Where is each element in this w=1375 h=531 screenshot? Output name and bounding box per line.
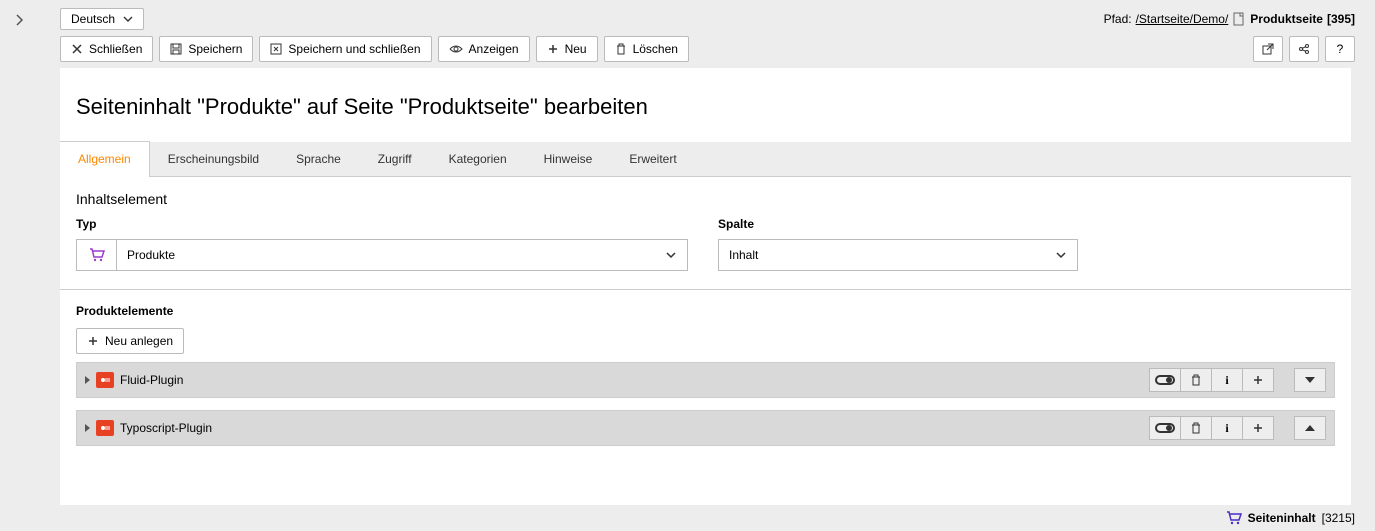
language-value: Deutsch bbox=[71, 12, 115, 26]
record-delete-button[interactable] bbox=[1180, 416, 1212, 440]
products-title: Produktelemente bbox=[76, 304, 1335, 318]
record-move-down-button[interactable] bbox=[1294, 368, 1326, 392]
save-label: Speichern bbox=[188, 42, 242, 56]
open-new-window-button[interactable] bbox=[1253, 36, 1283, 62]
type-label: Typ bbox=[76, 217, 688, 231]
chevron-down-icon bbox=[665, 251, 677, 259]
tab-allgemein[interactable]: Allgemein bbox=[60, 141, 150, 177]
section-title: Inhaltselement bbox=[76, 191, 1335, 207]
info-icon: i bbox=[1225, 421, 1228, 436]
help-label: ? bbox=[1337, 42, 1344, 56]
tab-kategorien[interactable]: Kategorien bbox=[431, 142, 526, 176]
record-item[interactable]: Fluid-Plugin i bbox=[76, 362, 1335, 398]
footer-id: [3215] bbox=[1322, 511, 1355, 525]
trash-icon bbox=[1190, 422, 1202, 434]
close-icon bbox=[71, 43, 83, 55]
record-name: Typoscript-Plugin bbox=[120, 421, 212, 435]
type-icon-box bbox=[76, 239, 116, 271]
new-record-label: Neu anlegen bbox=[105, 334, 173, 348]
save-button[interactable]: Speichern bbox=[159, 36, 253, 62]
tab-erscheinungsbild[interactable]: Erscheinungsbild bbox=[150, 142, 278, 176]
path-segments[interactable]: /Startseite/Demo/ bbox=[1136, 12, 1229, 26]
tabs: Allgemein Erscheinungsbild Sprache Zugri… bbox=[60, 142, 1351, 177]
new-button[interactable]: Neu bbox=[536, 36, 598, 62]
save-close-button[interactable]: Speichern und schließen bbox=[259, 36, 431, 62]
record-info-button[interactable]: i bbox=[1211, 416, 1243, 440]
page-icon bbox=[1232, 12, 1246, 26]
triangle-down-icon bbox=[1305, 377, 1315, 383]
external-icon bbox=[1262, 43, 1274, 55]
share-icon bbox=[1298, 43, 1310, 55]
close-button[interactable]: Schließen bbox=[60, 36, 153, 62]
tab-erweitert[interactable]: Erweitert bbox=[611, 142, 695, 176]
tab-sprache[interactable]: Sprache bbox=[278, 142, 360, 176]
plugin-icon bbox=[96, 420, 114, 436]
view-label: Anzeigen bbox=[469, 42, 519, 56]
column-label: Spalte bbox=[718, 217, 1078, 231]
chevron-down-icon bbox=[123, 16, 133, 22]
plus-icon bbox=[1252, 374, 1264, 386]
page-id: [395] bbox=[1327, 12, 1355, 26]
plus-icon bbox=[1252, 422, 1264, 434]
chevron-right-icon bbox=[14, 14, 26, 26]
cart-icon bbox=[1226, 511, 1242, 525]
save-icon bbox=[170, 43, 182, 55]
triangle-up-icon bbox=[1305, 425, 1315, 431]
type-select[interactable]: Produkte bbox=[116, 239, 688, 271]
delete-label: Löschen bbox=[633, 42, 678, 56]
tab-hinweise[interactable]: Hinweise bbox=[526, 142, 612, 176]
share-button[interactable] bbox=[1289, 36, 1319, 62]
visibility-toggle[interactable] bbox=[1149, 416, 1181, 440]
view-button[interactable]: Anzeigen bbox=[438, 36, 530, 62]
save-close-icon bbox=[270, 43, 282, 55]
footer-status: Seiteninhalt [3215] bbox=[1226, 511, 1355, 525]
new-label: Neu bbox=[565, 42, 587, 56]
visibility-toggle[interactable] bbox=[1149, 368, 1181, 392]
sidebar-expand-button[interactable] bbox=[0, 0, 40, 40]
record-add-button[interactable] bbox=[1242, 416, 1274, 440]
column-value: Inhalt bbox=[729, 248, 758, 262]
trash-icon bbox=[1190, 374, 1202, 386]
breadcrumb: Pfad: /Startseite/Demo/ Produktseite [39… bbox=[1104, 12, 1355, 26]
footer-label: Seiteninhalt bbox=[1248, 511, 1316, 525]
toggle-icon bbox=[1155, 423, 1175, 433]
chevron-down-icon bbox=[1055, 251, 1067, 259]
path-label: Pfad: bbox=[1104, 12, 1132, 26]
record-item[interactable]: Typoscript-Plugin i bbox=[76, 410, 1335, 446]
language-select[interactable]: Deutsch bbox=[60, 8, 144, 30]
eye-icon bbox=[449, 44, 463, 54]
cart-icon bbox=[89, 248, 105, 262]
help-button[interactable]: ? bbox=[1325, 36, 1355, 62]
expand-toggle-icon[interactable] bbox=[85, 376, 90, 384]
new-record-button[interactable]: Neu anlegen bbox=[76, 328, 184, 354]
plus-icon bbox=[547, 43, 559, 55]
tab-zugriff[interactable]: Zugriff bbox=[360, 142, 431, 176]
column-select[interactable]: Inhalt bbox=[718, 239, 1078, 271]
expand-toggle-icon[interactable] bbox=[85, 424, 90, 432]
record-info-button[interactable]: i bbox=[1211, 368, 1243, 392]
plugin-icon bbox=[96, 372, 114, 388]
record-move-up-button[interactable] bbox=[1294, 416, 1326, 440]
plus-icon bbox=[87, 335, 99, 347]
page-name: Produktseite bbox=[1250, 12, 1323, 26]
page-title: Seiteninhalt "Produkte" auf Seite "Produ… bbox=[76, 94, 1335, 120]
save-close-label: Speichern und schließen bbox=[288, 42, 420, 56]
record-add-button[interactable] bbox=[1242, 368, 1274, 392]
close-label: Schließen bbox=[89, 42, 142, 56]
record-delete-button[interactable] bbox=[1180, 368, 1212, 392]
delete-button[interactable]: Löschen bbox=[604, 36, 689, 62]
trash-icon bbox=[615, 43, 627, 55]
toggle-icon bbox=[1155, 375, 1175, 385]
record-name: Fluid-Plugin bbox=[120, 373, 183, 387]
type-value: Produkte bbox=[127, 248, 175, 262]
info-icon: i bbox=[1225, 373, 1228, 388]
